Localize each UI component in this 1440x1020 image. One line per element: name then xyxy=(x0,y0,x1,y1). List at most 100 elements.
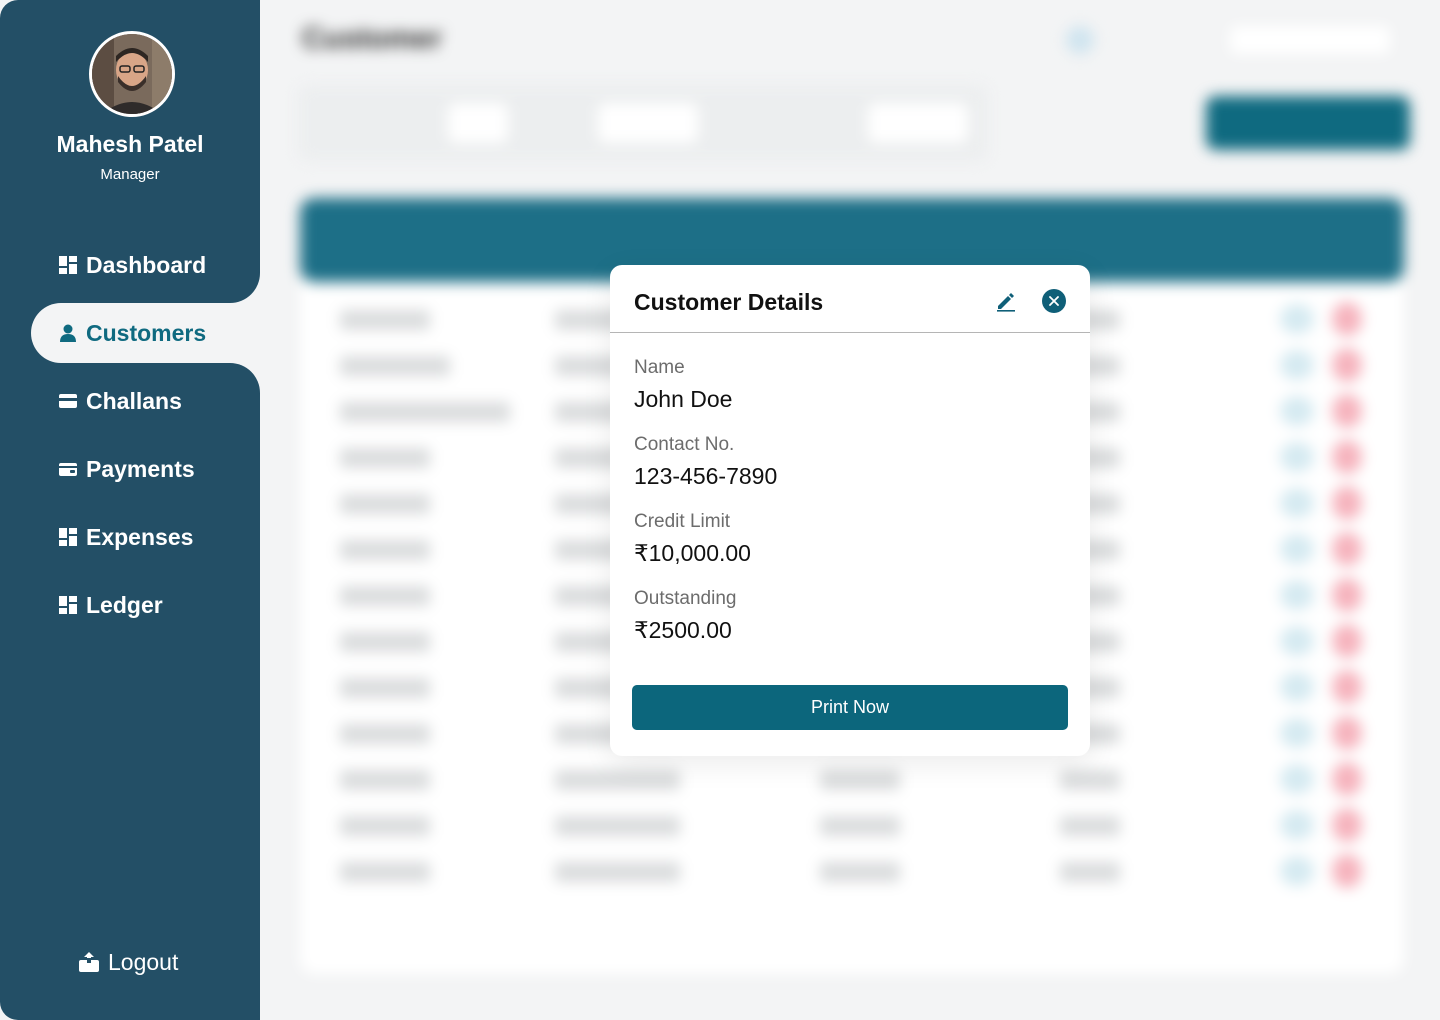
bg-cell xyxy=(340,540,430,560)
card-icon xyxy=(59,394,77,408)
dashboard-icon xyxy=(59,256,77,274)
bg-cell xyxy=(820,816,900,836)
sidebar-item-ledger[interactable]: Ledger xyxy=(58,583,163,627)
bg-filter-field xyxy=(598,103,698,143)
bg-cell xyxy=(340,862,430,882)
bg-edit-dot xyxy=(1280,488,1314,518)
user-icon xyxy=(60,324,76,342)
bg-delete-dot xyxy=(1332,532,1362,566)
bg-delete-dot xyxy=(1332,716,1362,750)
bg-filter-field xyxy=(448,103,508,143)
sidebar-item-expenses[interactable]: Expenses xyxy=(58,515,193,559)
name-label: Name xyxy=(634,357,685,378)
sidebar-item-label: Challans xyxy=(86,387,182,414)
bg-edit-dot xyxy=(1280,764,1314,794)
sidebar-item-label: Dashboard xyxy=(86,251,207,278)
bg-delete-dot xyxy=(1332,670,1362,704)
sidebar-item-challans[interactable]: Challans xyxy=(58,379,182,423)
bg-table-row xyxy=(340,762,1362,796)
bg-edit-dot xyxy=(1280,718,1314,748)
close-icon xyxy=(1049,296,1059,306)
credit-limit-value: ₹10,000.00 xyxy=(634,540,751,566)
credit-limit-label: Credit Limit xyxy=(634,511,731,532)
user-name: Mahesh Patel xyxy=(56,131,204,157)
bg-edit-dot xyxy=(1280,350,1314,380)
bg-table-row xyxy=(340,808,1362,842)
logout-button[interactable]: Logout xyxy=(78,942,178,982)
bg-edit-dot xyxy=(1280,856,1314,886)
outstanding-value: ₹2500.00 xyxy=(634,617,732,643)
print-now-button[interactable]: Print Now xyxy=(632,685,1068,730)
dashboard-icon xyxy=(59,596,77,614)
bg-cell xyxy=(555,770,680,790)
bg-cell xyxy=(340,356,450,376)
bg-delete-dot xyxy=(1332,486,1362,520)
bg-cell xyxy=(340,494,430,514)
sidebar-item-label: Expenses xyxy=(86,523,194,550)
bg-page-title: Customer xyxy=(302,22,443,55)
wallet-icon xyxy=(59,463,77,476)
bg-table-row xyxy=(340,854,1362,888)
bg-delete-dot xyxy=(1332,578,1362,612)
bg-delete-dot xyxy=(1332,808,1362,842)
bg-edit-dot xyxy=(1280,534,1314,564)
sidebar-item-label: Payments xyxy=(86,455,195,482)
bg-add-button xyxy=(1206,96,1410,150)
bg-edit-dot xyxy=(1280,672,1314,702)
avatar xyxy=(89,31,175,117)
bg-cell xyxy=(820,770,900,790)
outstanding-label: Outstanding xyxy=(634,588,737,609)
logout-label: Logout xyxy=(108,948,179,975)
bg-cell xyxy=(1060,862,1120,882)
bg-cell xyxy=(340,632,430,652)
sidebar-item-label: Ledger xyxy=(86,591,163,618)
bg-cell xyxy=(1060,770,1120,790)
bg-cell xyxy=(340,724,430,744)
bg-search-box xyxy=(1230,26,1390,54)
contact-value: 123-456-7890 xyxy=(634,463,778,489)
bg-cell xyxy=(820,862,900,882)
sidebar-item-label: Customers xyxy=(86,319,207,346)
bg-notification-icon xyxy=(1066,26,1094,54)
sidebar: Mahesh Patel Manager Dashboard Customers… xyxy=(0,0,260,1020)
bg-cell xyxy=(340,586,430,606)
bg-delete-dot xyxy=(1332,440,1362,474)
contact-label: Contact No. xyxy=(634,434,735,455)
modal-header: Customer Details xyxy=(610,265,1090,333)
bg-cell xyxy=(340,770,430,790)
bg-cell xyxy=(555,862,680,882)
bg-cell xyxy=(340,816,430,836)
sidebar-item-payments[interactable]: Payments xyxy=(58,447,195,491)
modal-title: Customer Details xyxy=(634,289,824,315)
bg-delete-dot xyxy=(1332,854,1362,888)
bg-filter-bar xyxy=(298,85,988,161)
bg-cell xyxy=(340,402,510,422)
bg-edit-dot xyxy=(1280,396,1314,426)
sidebar-item-dashboard[interactable]: Dashboard xyxy=(58,243,206,287)
nav-curve-bottom xyxy=(200,363,260,423)
bg-edit-dot xyxy=(1280,580,1314,610)
nav-curve-top xyxy=(200,243,260,303)
close-button[interactable] xyxy=(1042,289,1066,313)
sidebar-item-customers[interactable]: Customers xyxy=(58,311,206,355)
bg-delete-dot xyxy=(1332,348,1362,382)
bg-delete-dot xyxy=(1332,394,1362,428)
bg-filter-field xyxy=(868,103,968,143)
name-value: John Doe xyxy=(634,386,733,412)
bg-edit-dot xyxy=(1280,810,1314,840)
pencil-icon xyxy=(997,293,1015,312)
edit-button[interactable] xyxy=(994,289,1018,313)
bg-delete-dot xyxy=(1332,624,1362,658)
bg-delete-dot xyxy=(1332,302,1362,336)
bg-edit-dot xyxy=(1280,626,1314,656)
customer-details-modal: Customer Details Name John Doe Contact N… xyxy=(610,265,1090,756)
bg-cell xyxy=(1060,816,1120,836)
bg-edit-dot xyxy=(1280,442,1314,472)
bg-cell xyxy=(555,816,680,836)
bg-cell xyxy=(340,310,430,330)
bg-delete-dot xyxy=(1332,762,1362,796)
dashboard-icon xyxy=(59,528,77,546)
bg-cell xyxy=(340,448,430,468)
user-role: Manager xyxy=(100,166,160,183)
bg-cell xyxy=(340,678,430,698)
